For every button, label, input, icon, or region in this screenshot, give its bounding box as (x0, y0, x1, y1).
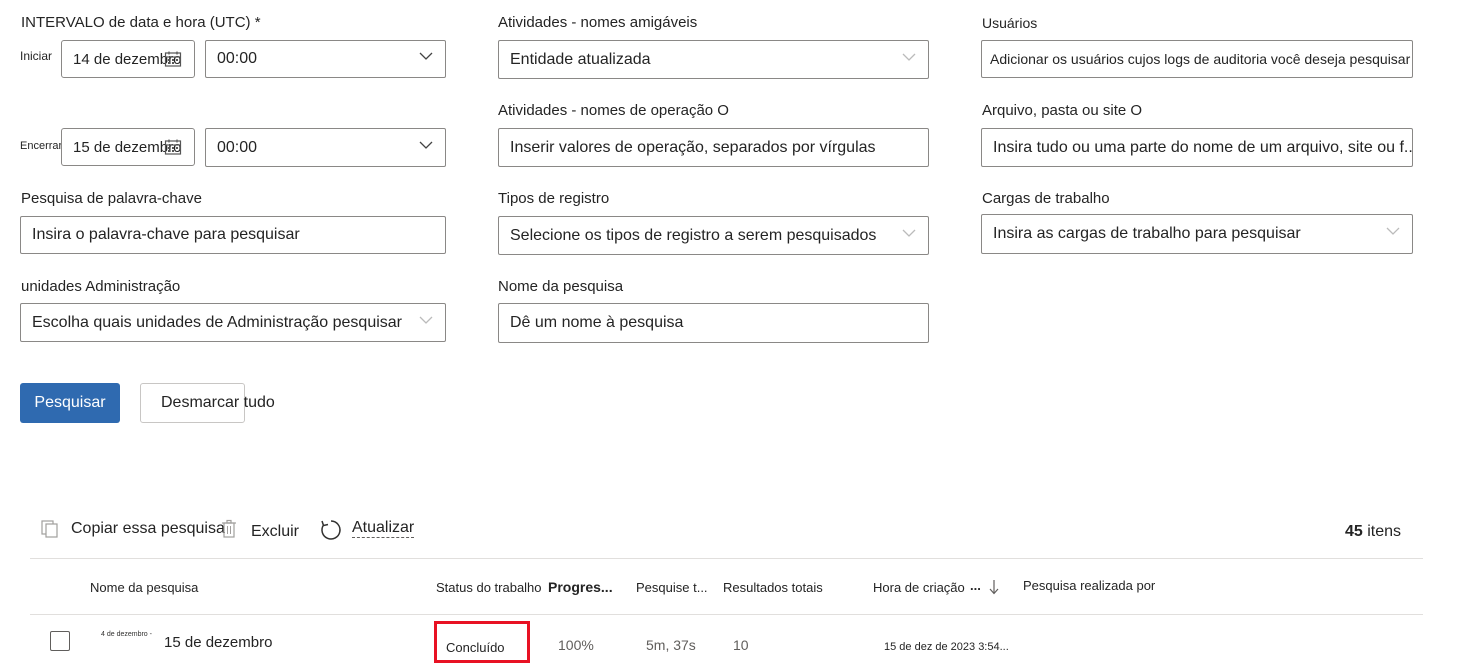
calendar-icon[interactable] (164, 50, 182, 68)
workloads-label: Cargas de trabalho (982, 190, 1110, 207)
workloads-placeholder: Insira as cargas de trabalho para pesqui… (993, 225, 1301, 242)
search-name-placeholder: Dê um nome à pesquisa (510, 314, 684, 331)
users-label: Usuários (982, 15, 1038, 31)
clear-all-button[interactable]: Desmarcar tudo (140, 383, 275, 423)
record-types-label: Tipos de registro (498, 190, 610, 207)
start-date-picker[interactable]: 14 de dezembro (61, 40, 195, 78)
start-time-value: 00:00 (217, 50, 258, 67)
row-total-results: 10 (733, 637, 749, 653)
row-job-status: Concluído (446, 640, 505, 655)
end-time-value: 00:00 (217, 138, 258, 156)
row-checkbox[interactable] (50, 631, 70, 651)
activities-friendly-value: Entidade atualizada (510, 50, 651, 68)
chevron-down-icon (902, 226, 916, 240)
workloads-dropdown[interactable]: Insira as cargas de trabalho para pesqui… (981, 214, 1413, 254)
users-placeholder: Adicionar os usuários cujos logs de audi… (990, 51, 1411, 67)
delete-button[interactable]: Excluir (251, 523, 299, 541)
refresh-button[interactable]: Atualizar (352, 519, 415, 538)
sort-down-icon[interactable] (988, 578, 1000, 596)
file-folder-site-input[interactable]: Insira tudo ou uma parte do nome de um a… (981, 128, 1413, 167)
header-search-name[interactable]: Nome da pesquisa (90, 580, 198, 595)
chevron-down-icon (1386, 224, 1400, 238)
row-creation-time: 15 de dez de 2023 3:54... (884, 641, 1009, 653)
record-types-placeholder: Selecione os tipos de registro a serem p… (510, 226, 877, 244)
chevron-down-icon (419, 313, 433, 327)
toolbar-divider (30, 558, 1423, 559)
header-progress[interactable]: Progres... (548, 579, 613, 595)
activities-operation-input[interactable]: Inserir valores de operação, separados p… (498, 128, 929, 167)
search-button-label: Pesquisar (34, 394, 106, 411)
file-folder-site-label: Arquivo, pasta ou site O (982, 102, 1143, 119)
activities-operation-placeholder: Inserir valores de operação, separados p… (510, 138, 876, 156)
admin-units-placeholder: Escolha quais unidades de Administração … (32, 313, 403, 331)
items-count: 45 itens (1345, 523, 1401, 541)
header-total-results[interactable]: Resultados totais (723, 580, 823, 595)
end-date-picker[interactable]: 15 de dezembro (61, 128, 195, 166)
header-performed-by[interactable]: Pesquisa realizada por (1023, 578, 1155, 593)
copy-icon[interactable] (40, 519, 60, 539)
end-time-dropdown[interactable]: 00:00 (205, 128, 446, 167)
keyword-search-input[interactable]: Insira o palavra-chave para pesquisar (20, 216, 446, 254)
activities-friendly-dropdown[interactable]: Entidade atualizada (498, 40, 929, 79)
chevron-down-icon (419, 138, 433, 152)
activities-operation-label: Atividades - nomes de operação O (498, 102, 729, 119)
table-row[interactable]: 4 de dezembro - 15 de dezembro Concluído… (0, 615, 1459, 669)
admin-units-dropdown[interactable]: Escolha quais unidades de Administração … (20, 303, 446, 342)
header-search-time[interactable]: Pesquise t... (636, 580, 708, 595)
refresh-icon[interactable] (319, 518, 343, 542)
search-name-input[interactable]: Dê um nome à pesquisa (498, 303, 929, 343)
copy-search-button[interactable]: Copiar essa pesquisa (71, 520, 225, 538)
admin-units-label: unidades Administração (21, 278, 181, 295)
start-time-dropdown[interactable]: 00:00 (205, 40, 446, 78)
file-folder-site-placeholder: Insira tudo ou uma parte do nome de um a… (993, 138, 1413, 156)
search-button[interactable]: Pesquisar (20, 383, 120, 423)
items-count-suffix: itens (1367, 523, 1402, 540)
header-creation-time[interactable]: Hora de criação (873, 580, 965, 595)
record-types-dropdown[interactable]: Selecione os tipos de registro a serem p… (498, 216, 929, 255)
activities-friendly-label: Atividades - nomes amigáveis (498, 14, 698, 31)
header-job-status[interactable]: Status do trabalho (436, 580, 542, 595)
row-search-name[interactable]: 15 de dezembro (164, 634, 272, 651)
keyword-label: Pesquisa de palavra-chave (21, 190, 202, 207)
header-more-options[interactable]: ... (970, 578, 981, 593)
calendar-icon[interactable] (164, 138, 182, 156)
chevron-down-icon (902, 50, 916, 64)
items-count-number: 45 (1345, 523, 1363, 540)
row-name-prefix: 4 de dezembro - (101, 631, 152, 638)
row-progress: 100% (558, 637, 594, 653)
keyword-placeholder: Insira o palavra-chave para pesquisar (32, 226, 300, 243)
date-range-label: INTERVALO de data e hora (UTC) * (21, 14, 261, 31)
row-search-time: 5m, 37s (646, 637, 696, 653)
end-label: Encerrar (20, 140, 63, 152)
trash-icon[interactable] (220, 519, 238, 539)
clear-all-button-label: Desmarcar tudo (161, 394, 275, 411)
users-input[interactable]: Adicionar os usuários cujos logs de audi… (981, 40, 1413, 78)
search-name-label: Nome da pesquisa (498, 278, 624, 295)
start-label: Iniciar (20, 49, 53, 63)
chevron-down-icon (419, 49, 433, 63)
